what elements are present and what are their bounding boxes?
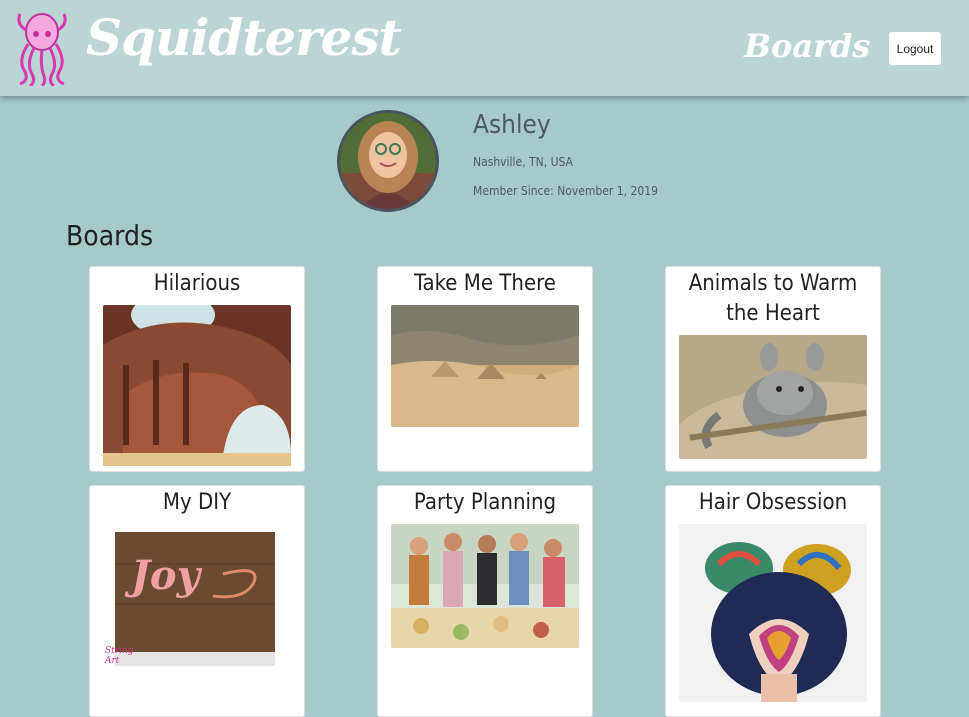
user-name: Ashley (473, 110, 551, 140)
board-title: Party Planning (413, 490, 557, 515)
board-title: My DIY (162, 490, 232, 515)
board-title: Hilarious (153, 271, 241, 296)
board-image (103, 305, 291, 466)
board-card-animals[interactable]: Animals to Warm the Heart (665, 266, 881, 472)
board-title: Hair Obsession (698, 490, 848, 515)
board-image: Joy String Art (103, 524, 291, 674)
joy-text: Joy (131, 552, 200, 599)
board-card-party-planning[interactable]: Party Planning (377, 485, 593, 717)
boards-heading: Boards (66, 219, 154, 252)
string-art-badge: String Art (105, 646, 134, 666)
board-title: Animals to Warm the Heart (688, 271, 858, 326)
board-image (391, 305, 579, 427)
board-image (679, 335, 867, 459)
avatar-photo (340, 113, 436, 209)
nav-boards-link[interactable]: Boards (744, 27, 870, 65)
board-card-my-diy[interactable]: My DIY Joy String Art (89, 485, 305, 717)
squid-logo-icon[interactable] (12, 10, 72, 86)
board-title: Take Me There (414, 271, 556, 296)
member-since: Member Since: November 1, 2019 (473, 184, 658, 198)
avatar (337, 110, 439, 212)
board-image (391, 524, 579, 648)
board-image (679, 524, 867, 702)
board-card-take-me-there[interactable]: Take Me There (377, 266, 593, 472)
board-card-hilarious[interactable]: Hilarious (89, 266, 305, 472)
board-card-hair-obsession[interactable]: Hair Obsession (665, 485, 881, 717)
navbar: Squidterest Boards Logout (0, 0, 969, 96)
logout-button[interactable]: Logout (889, 32, 941, 65)
user-location: Nashville, TN, USA (473, 155, 573, 169)
brand-name[interactable]: Squidterest (86, 8, 402, 67)
